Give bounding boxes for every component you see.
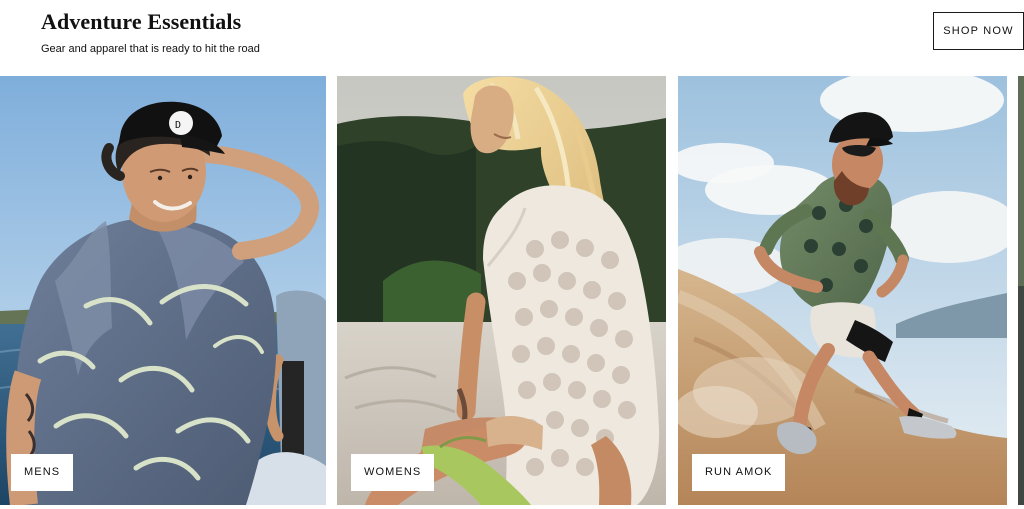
mens-photo: D [0, 76, 326, 505]
category-carousel: D MENS WOMENS RUN AMOK [0, 76, 1024, 509]
category-card-womens[interactable]: WOMENS [337, 76, 666, 505]
svg-text:D: D [175, 120, 181, 131]
run-amok-category-button[interactable]: RUN AMOK [692, 454, 786, 491]
page: Adventure Essentials Gear and apparel th… [0, 0, 1024, 509]
shop-now-button[interactable]: SHOP NOW [933, 12, 1024, 50]
page-subtitle: Gear and apparel that is ready to hit th… [41, 43, 260, 55]
next-card-photo [1018, 76, 1024, 505]
mens-category-button[interactable]: MENS [11, 454, 74, 491]
run-amok-photo [678, 76, 1007, 505]
category-card-mens[interactable]: D MENS [0, 76, 326, 505]
page-header: Adventure Essentials Gear and apparel th… [0, 0, 1024, 76]
category-card-run-amok[interactable]: RUN AMOK [678, 76, 1007, 505]
womens-category-button[interactable]: WOMENS [351, 454, 435, 491]
next-card-peek[interactable] [1018, 76, 1024, 505]
womens-photo [337, 76, 666, 505]
page-title: Adventure Essentials [41, 9, 242, 34]
